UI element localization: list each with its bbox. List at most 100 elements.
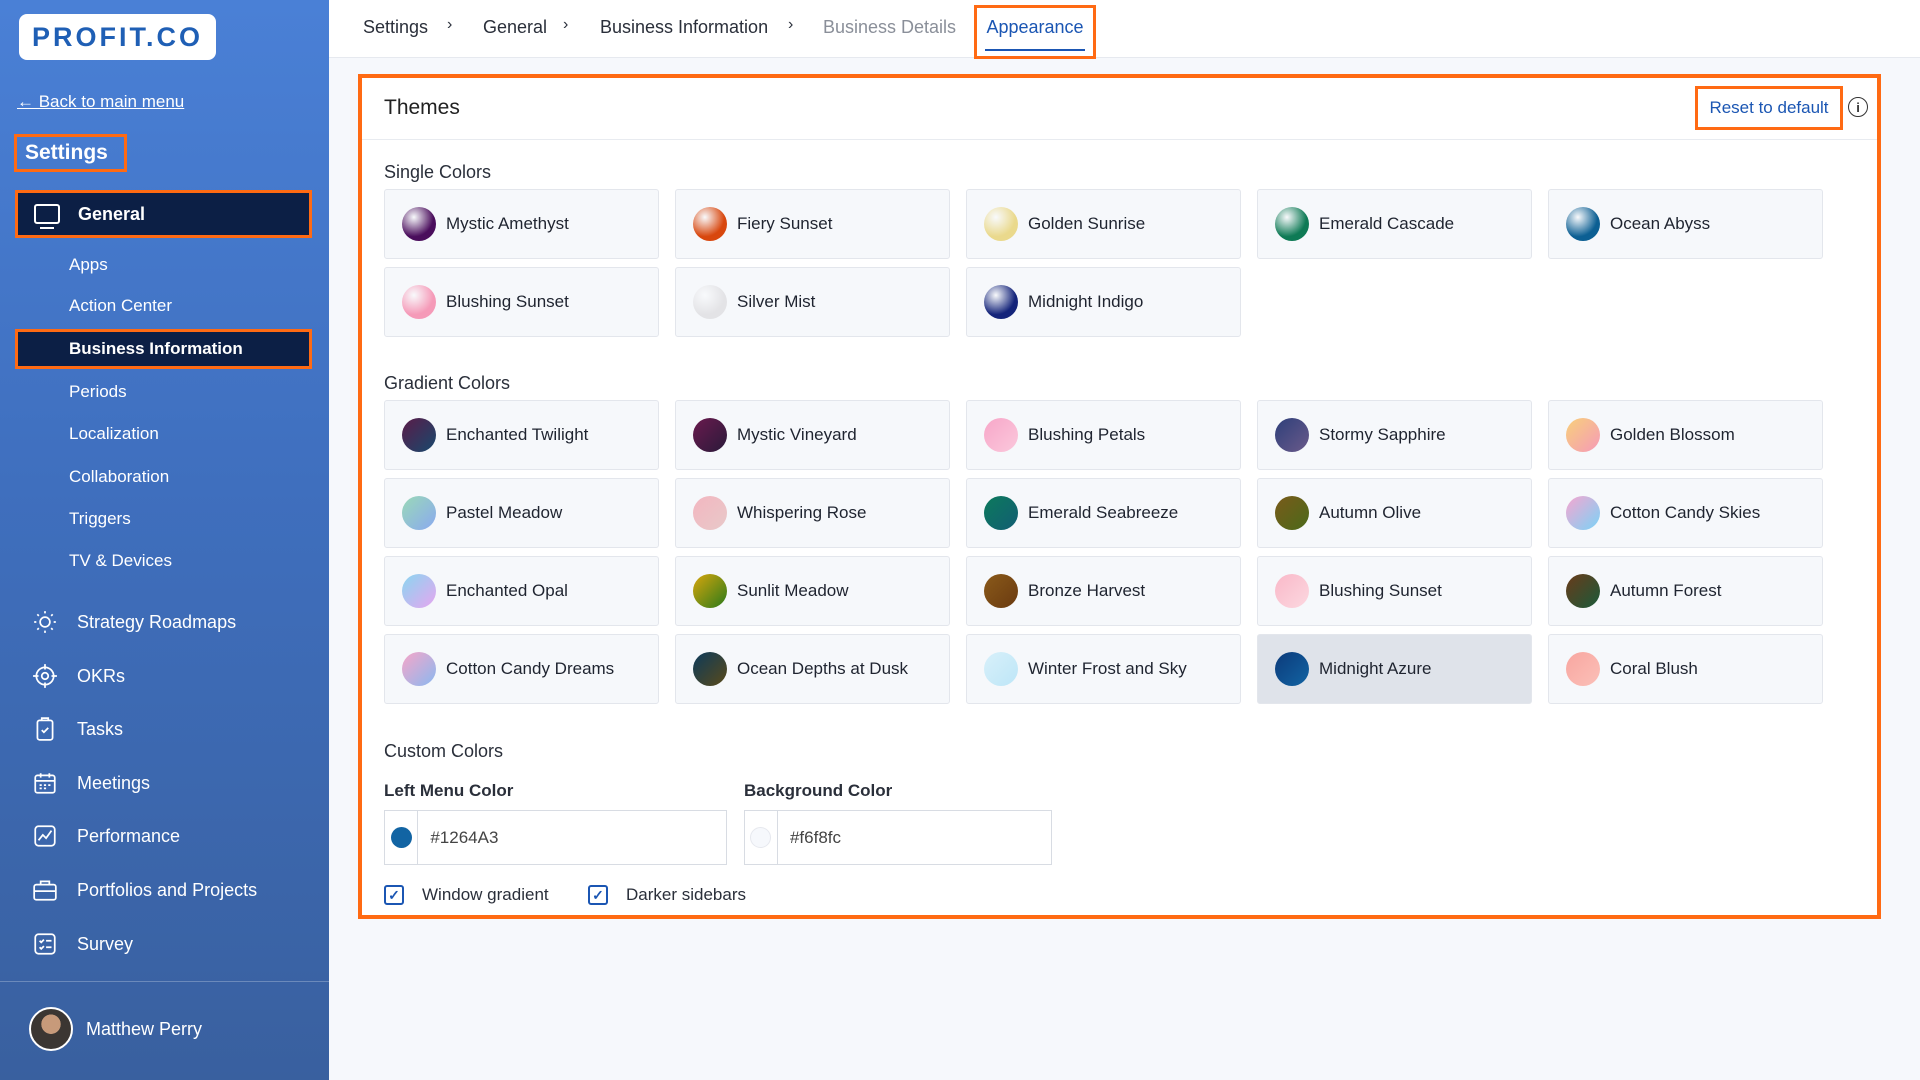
sidebar-subitem-tv-devices[interactable]: TV & Devices: [69, 551, 172, 571]
theme-card[interactable]: Autumn Forest: [1548, 556, 1823, 626]
theme-card[interactable]: Golden Blossom: [1548, 400, 1823, 470]
theme-card[interactable]: Blushing Sunset: [1257, 556, 1532, 626]
theme-name: Blushing Sunset: [446, 292, 569, 311]
theme-card[interactable]: Cotton Candy Skies: [1548, 478, 1823, 548]
user-profile[interactable]: Matthew Perry: [29, 1007, 202, 1051]
theme-card[interactable]: Silver Mist: [675, 267, 950, 337]
sidebar-item-label: Strategy Roadmaps: [77, 611, 237, 632]
theme-card[interactable]: Mystic Vineyard: [675, 400, 950, 470]
window-gradient-checkbox[interactable]: ✓: [384, 885, 404, 905]
theme-card[interactable]: Emerald Seabreeze: [966, 478, 1241, 548]
window-gradient-option[interactable]: ✓ Window gradient: [384, 885, 549, 905]
theme-card[interactable]: Midnight Indigo: [966, 267, 1241, 337]
theme-swatch: [1275, 207, 1309, 241]
theme-card[interactable]: Mystic Amethyst: [384, 189, 659, 259]
left-menu-color-input[interactable]: [418, 811, 726, 864]
sidebar-subitem-localization[interactable]: Localization: [69, 424, 159, 444]
reset-to-default-button[interactable]: Reset to default: [1695, 86, 1843, 130]
theme-card[interactable]: Ocean Depths at Dusk: [675, 634, 950, 704]
theme-swatch: [1566, 207, 1600, 241]
sidebar-item-label: OKRs: [77, 665, 126, 686]
theme-name: Enchanted Twilight: [446, 425, 589, 444]
sidebar-subitem-periods[interactable]: Periods: [69, 382, 127, 402]
sidebar-subitem-triggers[interactable]: Triggers: [69, 509, 131, 529]
sidebar-item-label: General: [78, 203, 146, 224]
theme-name: Blushing Sunset: [1319, 581, 1442, 600]
theme-swatch: [693, 285, 727, 319]
settings-title: Settings: [14, 134, 127, 172]
sidebar-item-performance[interactable]: Performance: [32, 823, 180, 849]
breadcrumb-business-information[interactable]: Business Information: [600, 17, 768, 38]
left-menu-color-field: [384, 810, 727, 865]
avatar: [29, 1007, 73, 1051]
theme-card[interactable]: Pastel Meadow: [384, 478, 659, 548]
breadcrumb-separator: ›: [447, 16, 453, 33]
theme-name: Midnight Azure: [1319, 659, 1432, 678]
sidebar-item-meetings[interactable]: Meetings: [32, 770, 150, 796]
theme-card[interactable]: Winter Frost and Sky: [966, 634, 1241, 704]
clipboard-check-icon: [32, 716, 58, 742]
theme-card[interactable]: Emerald Cascade: [1257, 189, 1532, 259]
theme-card[interactable]: Blushing Sunset: [384, 267, 659, 337]
sidebar-item-portfolios-and-projects[interactable]: Portfolios and Projects: [32, 877, 257, 903]
darker-sidebars-option[interactable]: ✓ Darker sidebars: [588, 885, 746, 905]
theme-swatch: [402, 418, 436, 452]
user-name: Matthew Perry: [86, 1018, 203, 1039]
theme-card[interactable]: Golden Sunrise: [966, 189, 1241, 259]
info-icon[interactable]: i: [1848, 97, 1868, 117]
theme-swatch: [402, 285, 436, 319]
theme-card[interactable]: Sunlit Meadow: [675, 556, 950, 626]
sidebar-subitem-collaboration[interactable]: Collaboration: [69, 467, 169, 487]
back-to-main-menu-link[interactable]: ← Back to main menu: [17, 92, 184, 112]
sidebar-subitem-business-information[interactable]: Business Information: [15, 329, 312, 369]
active-tab-underline: [985, 49, 1085, 51]
theme-name: Golden Blossom: [1610, 425, 1735, 444]
theme-card[interactable]: Bronze Harvest: [966, 556, 1241, 626]
theme-name: Bronze Harvest: [1028, 581, 1146, 600]
theme-card[interactable]: Blushing Petals: [966, 400, 1241, 470]
theme-name: Emerald Seabreeze: [1028, 503, 1179, 522]
theme-swatch: [1566, 418, 1600, 452]
theme-card[interactable]: Cotton Candy Dreams: [384, 634, 659, 704]
profit-co-logo[interactable]: PROFIT.CO: [19, 14, 216, 60]
sidebar-item-strategy-roadmaps[interactable]: Strategy Roadmaps: [32, 609, 236, 635]
breadcrumb-settings[interactable]: Settings: [363, 17, 428, 38]
theme-card[interactable]: Enchanted Opal: [384, 556, 659, 626]
breadcrumb: Settings › General › Business Informatio…: [329, 0, 1920, 59]
sidebar-item-label: Tasks: [77, 718, 124, 739]
theme-swatch: [1566, 574, 1600, 608]
theme-card[interactable]: Autumn Olive: [1257, 478, 1532, 548]
theme-card[interactable]: Coral Blush: [1548, 634, 1823, 704]
sidebar-subitem-action-center[interactable]: Action Center: [69, 296, 172, 316]
theme-swatch: [402, 574, 436, 608]
theme-name: Ocean Depths at Dusk: [737, 659, 909, 678]
breadcrumb-general[interactable]: General: [483, 17, 547, 38]
theme-swatch: [984, 652, 1018, 686]
tab-business-details[interactable]: Business Details: [823, 17, 956, 38]
sidebar-item-tasks[interactable]: Tasks: [32, 716, 123, 742]
theme-name: Ocean Abyss: [1610, 214, 1711, 233]
sidebar-item-general[interactable]: General: [15, 190, 312, 238]
theme-name: Autumn Olive: [1319, 503, 1422, 522]
theme-swatch: [693, 652, 727, 686]
sidebar-item-okrs[interactable]: OKRs: [32, 663, 125, 689]
theme-card[interactable]: Enchanted Twilight: [384, 400, 659, 470]
theme-name: Cotton Candy Skies: [1610, 503, 1761, 522]
theme-name: Whispering Rose: [737, 503, 867, 522]
darker-sidebars-checkbox[interactable]: ✓: [588, 885, 608, 905]
theme-card[interactable]: Stormy Sapphire: [1257, 400, 1532, 470]
sidebar-item-survey[interactable]: Survey: [32, 931, 133, 957]
theme-card[interactable]: Fiery Sunset: [675, 189, 950, 259]
tab-appearance[interactable]: Appearance: [974, 5, 1096, 59]
sidebar-subitem-apps[interactable]: Apps: [69, 255, 108, 275]
panel-header: Themes Reset to default i: [362, 78, 1877, 140]
theme-card[interactable]: Whispering Rose: [675, 478, 950, 548]
list-check-icon: [32, 931, 58, 957]
theme-card[interactable]: Ocean Abyss: [1548, 189, 1823, 259]
left-menu-color-picker[interactable]: [385, 811, 419, 864]
background-color-picker[interactable]: [745, 811, 778, 864]
theme-swatch: [693, 207, 727, 241]
monitor-icon: [34, 204, 60, 229]
theme-card[interactable]: Midnight Azure: [1257, 634, 1532, 704]
background-color-input[interactable]: [777, 811, 1051, 864]
